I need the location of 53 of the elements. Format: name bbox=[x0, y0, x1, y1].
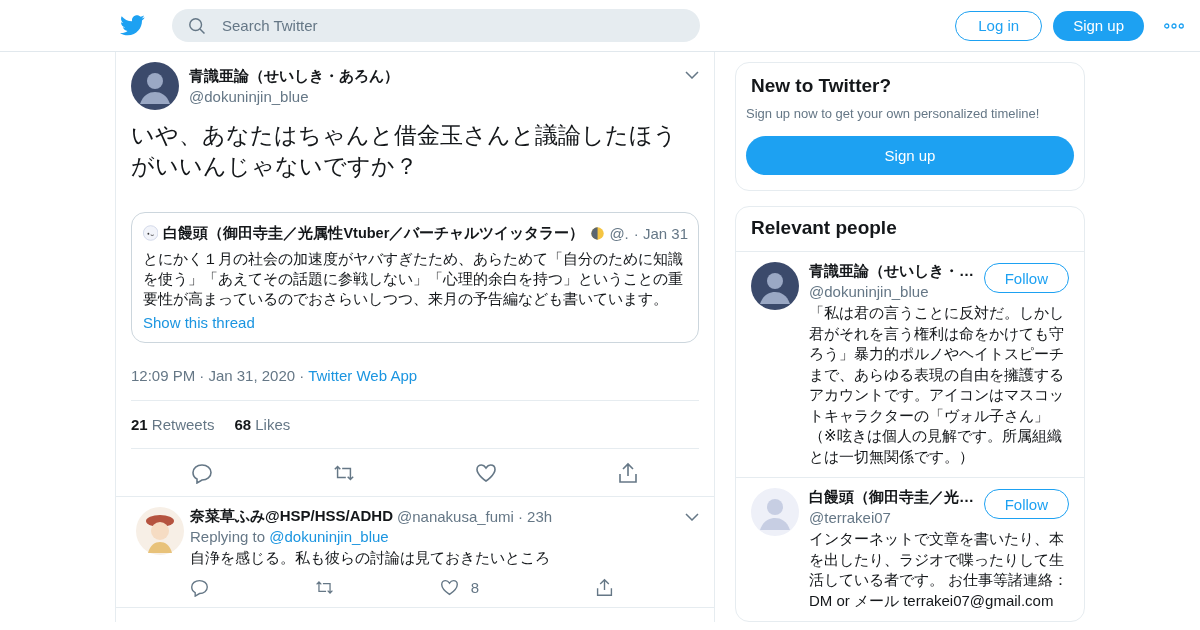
search-icon bbox=[188, 17, 206, 35]
reply-icon[interactable] bbox=[190, 578, 209, 597]
reply-author-name[interactable]: 奈菜草ふみ@HSP/HSS/ADHD bbox=[190, 507, 393, 526]
replying-label: Replying to bbox=[190, 528, 266, 545]
card-title: New to Twitter? bbox=[751, 75, 893, 97]
person-bio: インターネットで文章を書いたり、本を出したり、ラジオで喋ったりして生活している者です。 お仕事等諸連絡：DM or メール terrakei07@gmail.com bbox=[809, 529, 1069, 611]
show-thread-link[interactable]: Show this thread bbox=[143, 314, 255, 331]
person-bio: 「私は君の言うことに反対だ。しかし君がそれを言う権利は命をかけても守ろう」暴力的ポルノやヘイトスピーチまで、あらゆる表現の自由を擁護するアカウントです。アイコンはマスコットキャラクターの「ヴォル子さん」（※呟きは個人の見解です。所属組織とは一切無関係です。） bbox=[809, 303, 1065, 467]
reply-time: · 23h bbox=[517, 508, 553, 525]
like-count: 8 bbox=[470, 579, 480, 596]
login-button[interactable]: Log in bbox=[955, 10, 1043, 41]
bird-logo-icon[interactable] bbox=[120, 15, 145, 36]
card-text: Sign up now to get your own personalized timeline! bbox=[746, 106, 1041, 121]
follow-button[interactable]: Follow bbox=[983, 489, 1069, 519]
tweet-date: · Jan 31, 2020 bbox=[199, 367, 296, 384]
share-icon[interactable] bbox=[594, 578, 614, 597]
signup-button[interactable]: Sign up bbox=[1053, 10, 1144, 41]
reply-author-handle[interactable]: @nanakusa_fumi bbox=[397, 508, 514, 525]
quoted-tweet[interactable]: 白饅頭（御田寺圭／光属性Vtuber／バーチャルツイッタラー） @. · Jan 31 とにかく１月の社会の加速度がヤバすぎたため、あらためて「自分のために知識を使う」「あえてその話題に参戦しない」「心理的余白を持つ」ということの重要性が高まっているのでおさらいしつつ、来月の予告編なども書いています。 Show this thread bbox=[131, 212, 699, 343]
tweet-time: 12:09 PM bbox=[131, 367, 196, 384]
person-name[interactable]: 白饅頭（御田寺圭／光… bbox=[809, 488, 974, 507]
search-field[interactable]: Search Twitter bbox=[172, 9, 700, 42]
avatar-icon bbox=[143, 223, 159, 243]
person-handle[interactable]: @dokuninjin_blue bbox=[809, 283, 974, 300]
half-moon-icon bbox=[591, 224, 605, 242]
reply-icon[interactable] bbox=[191, 462, 213, 484]
quoted-author-name: 白饅頭（御田寺圭／光属性Vtuber／バーチャルツイッタラー） bbox=[163, 223, 585, 243]
share-icon[interactable] bbox=[617, 462, 639, 484]
tweet-text: いや、あなたはちゃんと借金玉さんと議論したほうがいいんじゃないですか？ bbox=[131, 121, 678, 181]
chevron-icon[interactable] bbox=[685, 71, 699, 79]
source-link[interactable]: Twitter Web App bbox=[308, 367, 418, 384]
card-title: Relevant people bbox=[750, 216, 898, 240]
avatar-icon[interactable] bbox=[751, 262, 799, 310]
quoted-time: · Jan 31 bbox=[633, 224, 688, 242]
avatar-icon[interactable] bbox=[131, 62, 179, 110]
separator: · bbox=[299, 367, 305, 384]
stat-link[interactable]: 21 Retweets bbox=[131, 416, 215, 433]
more-icon[interactable] bbox=[1164, 22, 1184, 29]
stat-link[interactable]: 68 Likes bbox=[234, 416, 291, 433]
avatar-icon[interactable] bbox=[136, 507, 184, 555]
heart-icon[interactable] bbox=[439, 578, 459, 597]
person-name[interactable]: 青識亜論（せいしき・… bbox=[809, 262, 974, 281]
quoted-author-handle: @. bbox=[609, 224, 629, 242]
chevron-icon[interactable] bbox=[685, 512, 699, 521]
mention-link[interactable]: @dokuninjin_blue bbox=[269, 528, 389, 545]
author-name[interactable]: 青識亜論（せいしき・あろん） bbox=[189, 67, 399, 86]
person-handle[interactable]: @terrakei07 bbox=[809, 509, 974, 526]
quoted-text: とにかく１月の社会の加速度がヤバすぎたため、あらためて「自分のために知識を使う」「あえてその話題に参戦しない」「心理的余白を持つ」ということの重要性が高まっているのでおさらいしつつ、来月の予告編なども書いています。 bbox=[143, 250, 684, 309]
follow-button[interactable]: Follow bbox=[983, 263, 1069, 293]
signup-button[interactable]: Sign up bbox=[746, 136, 1074, 175]
reply-text: 自浄を感じる。私も彼らの討論は見ておきたいところ bbox=[190, 548, 551, 568]
heart-icon[interactable] bbox=[475, 462, 497, 484]
author-handle[interactable]: @dokuninjin_blue bbox=[189, 88, 399, 105]
